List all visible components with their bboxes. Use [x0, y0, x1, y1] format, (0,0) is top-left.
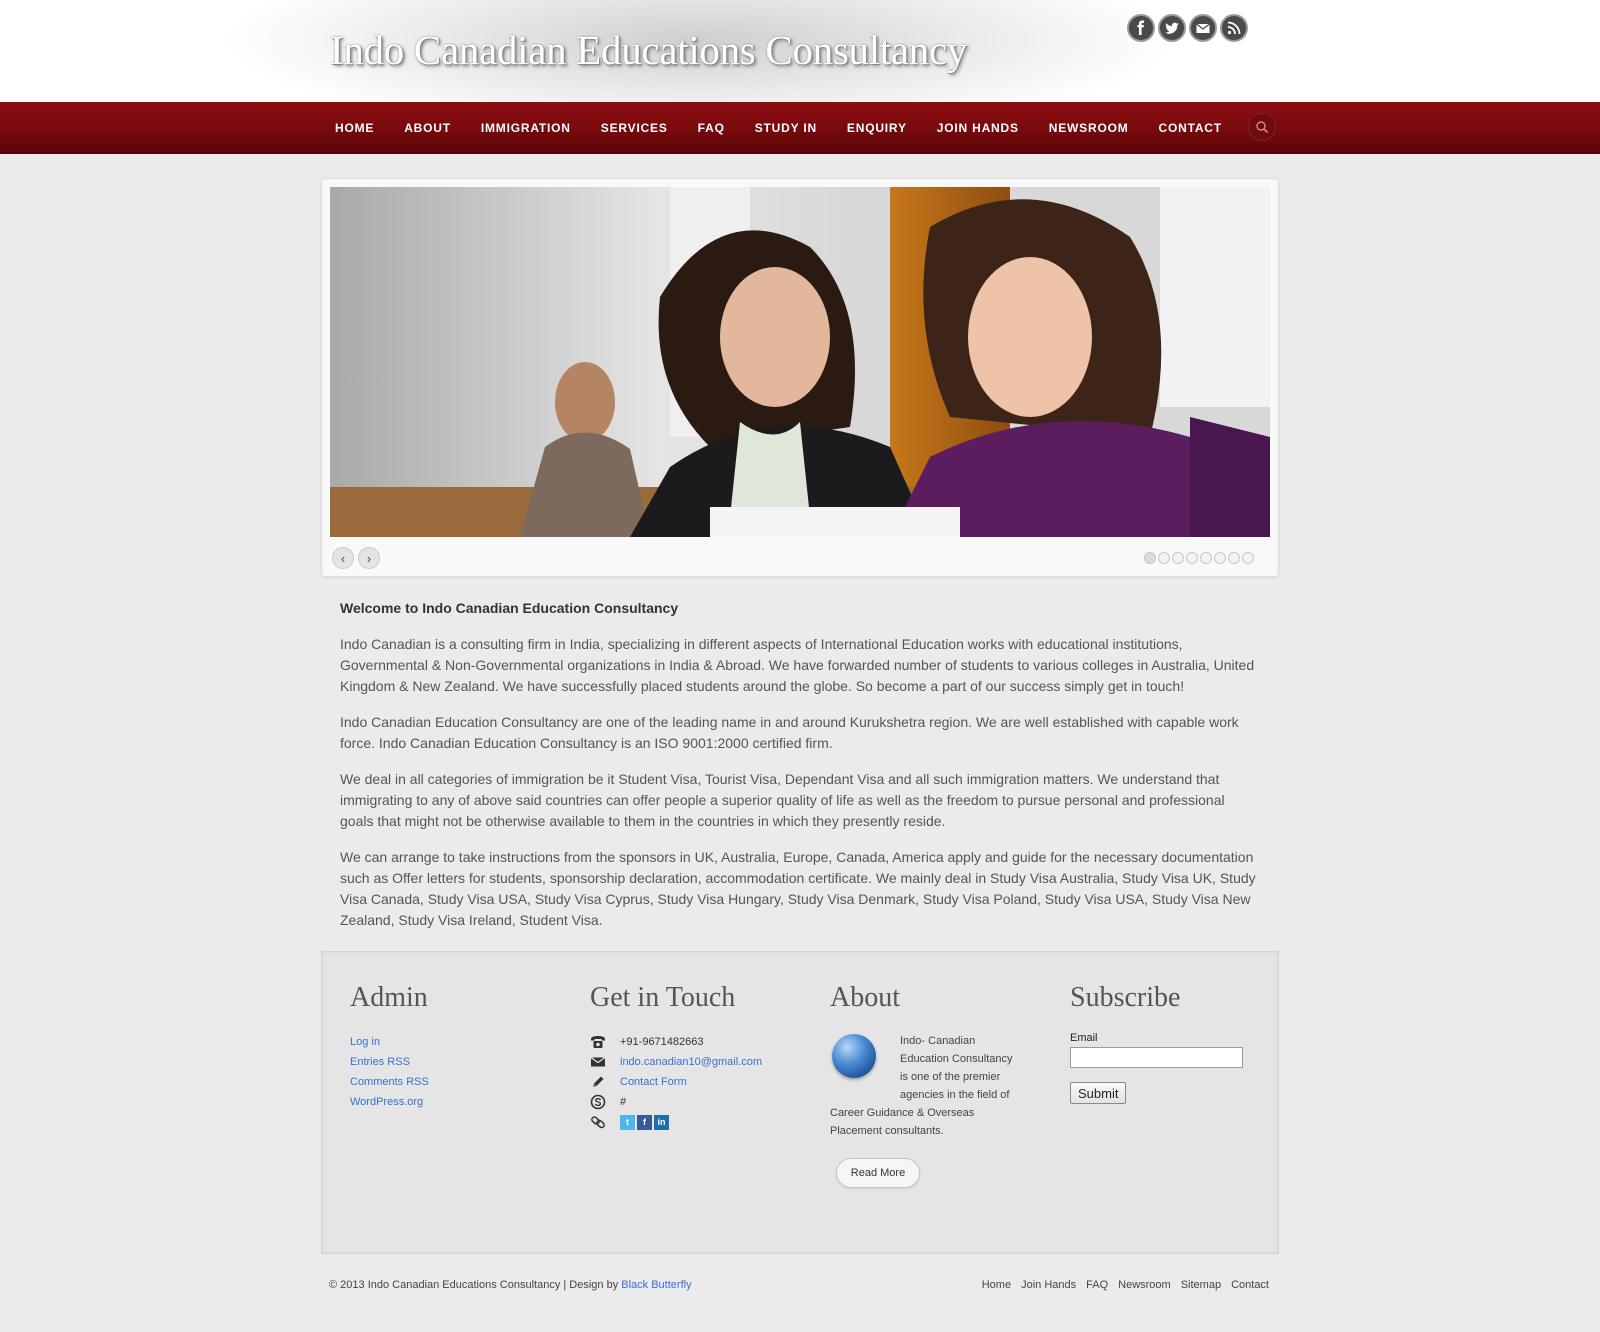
nav-menu: HOME ABOUT IMMIGRATION SERVICES FAQ STUD… [320, 102, 1237, 154]
slider-dot[interactable] [1228, 552, 1240, 564]
content-paragraph: We can arrange to take instructions from… [340, 849, 1256, 928]
slider-dot[interactable] [1144, 552, 1156, 564]
nav-item-immigration[interactable]: IMMIGRATION [466, 121, 586, 135]
footer-widgets: Admin Log in Entries RSS Comments RSS Wo… [321, 951, 1279, 1254]
nav-item-about[interactable]: ABOUT [389, 121, 466, 135]
globe-icon [832, 1034, 876, 1078]
footer-link-faq[interactable]: FAQ [1086, 1279, 1108, 1291]
copyright-text: © 2013 Indo Canadian Educations Consulta… [329, 1279, 619, 1291]
bottom-bar: © 2013 Indo Canadian Educations Consulta… [329, 1279, 1269, 1291]
about-text: Indo- Canadian Education Consultancy is … [830, 1032, 1020, 1140]
submit-button[interactable]: Submit [1070, 1082, 1127, 1104]
slider-prev-button[interactable]: ‹ [332, 547, 354, 569]
nav-item-join-hands[interactable]: JOIN HANDS [922, 121, 1034, 135]
search-icon [1256, 121, 1269, 134]
nav-item-faq[interactable]: FAQ [683, 121, 740, 135]
main-content: Welcome to Indo Canadian Education Consu… [340, 598, 1260, 946]
slider-pagination [1144, 552, 1254, 564]
slide-image-students[interactable] [330, 187, 1270, 537]
nav-item-study-in[interactable]: STUDY IN [740, 121, 832, 135]
footer-nav: Home Join Hands FAQ Newsroom Sitemap Con… [982, 1279, 1269, 1291]
slider-dot[interactable] [1200, 552, 1212, 564]
footer-link-join-hands[interactable]: Join Hands [1021, 1279, 1076, 1291]
facebook-small-icon[interactable]: f [637, 1114, 652, 1130]
slider-dot[interactable] [1158, 552, 1170, 564]
about-text-top: Indo- Canadian Education Consultancy is … [900, 1035, 1013, 1101]
phone-number: +91-9671482663 [620, 1036, 704, 1048]
skype-icon [590, 1094, 620, 1110]
phone-icon [590, 1034, 620, 1050]
contact-form-row: Contact Form [590, 1072, 810, 1092]
nav-item-enquiry[interactable]: ENQUIRY [832, 121, 922, 135]
email-label: Email [1070, 1032, 1098, 1044]
subscribe-widget: Subscribe Email Submit [1070, 982, 1270, 1104]
link-icon [590, 1114, 620, 1130]
skype-row: # [590, 1092, 810, 1112]
email-link[interactable]: indo.canadian10@gmail.com [620, 1052, 762, 1072]
phone-row: +91-9671482663 [590, 1032, 810, 1052]
designer-link[interactable]: Black Butterfly [621, 1279, 691, 1291]
slider-next-button[interactable]: › [358, 547, 380, 569]
footer-link-home[interactable]: Home [982, 1279, 1011, 1291]
linkedin-small-icon[interactable]: in [654, 1114, 669, 1130]
slider-dot[interactable] [1214, 552, 1226, 564]
footer-link-sitemap[interactable]: Sitemap [1181, 1279, 1221, 1291]
login-link[interactable]: Log in [350, 1032, 550, 1052]
wordpress-link[interactable]: WordPress.org [350, 1092, 550, 1112]
nav-item-newsroom[interactable]: NEWSROOM [1034, 121, 1144, 135]
social-links [1127, 14, 1248, 42]
slider-dot[interactable] [1242, 552, 1254, 564]
site-header: Indo Canadian Educations Consultancy [0, 0, 1600, 102]
subscribe-title: Subscribe [1070, 982, 1181, 1013]
main-navigation: HOME ABOUT IMMIGRATION SERVICES FAQ STUD… [0, 102, 1600, 154]
search-button[interactable] [1248, 113, 1276, 141]
read-more-button[interactable]: Read More [836, 1158, 920, 1188]
about-widget: About Indo- Canadian Education Consultan… [830, 982, 1020, 1222]
about-text-bottom: Career Guidance & Overseas Placement con… [830, 1107, 975, 1137]
admin-title: Admin [350, 982, 428, 1013]
admin-widget: Admin Log in Entries RSS Comments RSS Wo… [350, 982, 550, 1112]
content-paragraph: Indo Canadian is a consulting firm in In… [340, 636, 1255, 694]
content-paragraph: Indo Canadian Education Consultancy are … [340, 714, 1239, 751]
nav-item-home[interactable]: HOME [320, 121, 389, 135]
email-row: indo.canadian10@gmail.com [590, 1052, 810, 1072]
image-slider: ‹ › [321, 178, 1279, 577]
slider-dot[interactable] [1186, 552, 1198, 564]
entries-rss-link[interactable]: Entries RSS [350, 1052, 550, 1072]
twitter-small-icon[interactable]: t [620, 1114, 635, 1130]
nav-item-contact[interactable]: CONTACT [1144, 121, 1237, 135]
rss-icon[interactable] [1220, 14, 1248, 42]
footer-link-contact[interactable]: Contact [1231, 1279, 1269, 1291]
slider-dot[interactable] [1172, 552, 1184, 564]
content-paragraph: We deal in all categories of immigration… [340, 771, 1225, 829]
comments-rss-link[interactable]: Comments RSS [350, 1072, 550, 1092]
about-title: About [830, 982, 900, 1013]
twitter-icon[interactable] [1158, 14, 1186, 42]
email-icon[interactable] [1189, 14, 1217, 42]
get-in-touch-title: Get in Touch [590, 982, 736, 1013]
skype-handle: # [620, 1096, 627, 1108]
site-title[interactable]: Indo Canadian Educations Consultancy [330, 26, 967, 74]
pencil-icon [590, 1074, 620, 1090]
nav-item-services[interactable]: SERVICES [586, 121, 683, 135]
get-in-touch-widget: Get in Touch +91-9671482663 indo.canadia… [590, 982, 810, 1132]
contact-form-link[interactable]: Contact Form [620, 1072, 687, 1092]
envelope-icon [590, 1054, 620, 1070]
facebook-icon[interactable] [1127, 14, 1155, 42]
footer-link-newsroom[interactable]: Newsroom [1118, 1279, 1171, 1291]
subscribe-email-input[interactable] [1070, 1047, 1243, 1068]
welcome-heading: Welcome to Indo Canadian Education Consu… [340, 600, 679, 616]
social-row: t f in [590, 1112, 810, 1132]
